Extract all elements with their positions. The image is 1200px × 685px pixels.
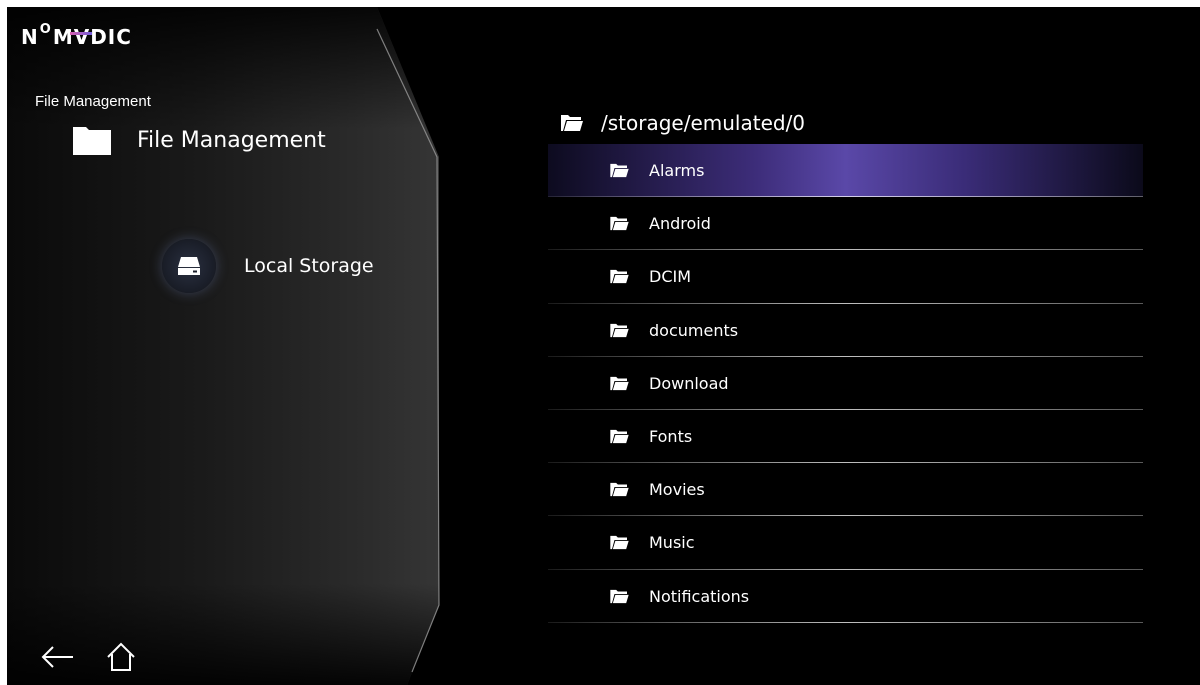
file-row[interactable]: Notifications bbox=[548, 570, 1143, 623]
file-name: Download bbox=[649, 373, 729, 393]
folder-icon bbox=[610, 429, 629, 444]
screen: N O M V DIC File Management File Managem… bbox=[7, 7, 1200, 685]
logo-accent-bar bbox=[69, 32, 92, 35]
path-header: /storage/emulated/0 bbox=[561, 111, 805, 135]
file-name: Movies bbox=[649, 480, 705, 500]
file-row[interactable]: Download bbox=[548, 357, 1143, 411]
back-button[interactable] bbox=[39, 639, 75, 675]
logo-letter: N bbox=[21, 25, 39, 49]
logo-letter: O bbox=[39, 22, 52, 37]
folder-icon bbox=[610, 589, 629, 603]
breadcrumb: File Management bbox=[35, 93, 151, 110]
file-row[interactable]: Alarms bbox=[548, 144, 1143, 198]
file-name: Fonts bbox=[649, 427, 693, 447]
folder-icon bbox=[610, 376, 629, 391]
folder-icon bbox=[610, 536, 629, 550]
logo-letter: DIC bbox=[90, 25, 132, 49]
file-name: Notifications bbox=[649, 586, 750, 606]
logo-letter-accent: V bbox=[69, 25, 92, 49]
folder-open-icon bbox=[561, 115, 583, 131]
section-title: File Management bbox=[137, 127, 326, 153]
bottom-navigation bbox=[39, 639, 167, 675]
file-row[interactable]: Fonts bbox=[548, 410, 1143, 464]
file-row[interactable]: Music bbox=[548, 516, 1143, 570]
folder-icon bbox=[610, 323, 629, 337]
back-arrow-icon bbox=[41, 646, 73, 668]
folder-icon bbox=[610, 270, 629, 284]
local-storage-item[interactable]: Local Storage bbox=[162, 239, 374, 293]
file-row[interactable]: documents bbox=[548, 304, 1143, 357]
file-name: documents bbox=[649, 320, 739, 340]
logo-letter: M bbox=[52, 25, 74, 49]
current-path: /storage/emulated/0 bbox=[601, 111, 806, 135]
folder-icon bbox=[610, 217, 629, 231]
file-name: Music bbox=[649, 533, 695, 553]
file-name: DCIM bbox=[649, 267, 692, 287]
folder-icon bbox=[610, 483, 629, 497]
file-name: Android bbox=[649, 214, 711, 234]
folder-icon bbox=[610, 163, 629, 178]
home-icon bbox=[107, 642, 135, 671]
section-header: File Management bbox=[73, 125, 326, 155]
file-name: Alarms bbox=[649, 161, 705, 181]
hard-drive-icon bbox=[162, 239, 216, 293]
local-storage-label: Local Storage bbox=[244, 255, 374, 277]
folder-icon bbox=[73, 127, 111, 155]
file-row[interactable]: DCIM bbox=[548, 250, 1143, 304]
home-button[interactable] bbox=[103, 639, 139, 675]
file-row[interactable]: Movies bbox=[548, 463, 1143, 517]
brand-logo: N O M V DIC bbox=[21, 22, 132, 49]
file-row[interactable]: Android bbox=[548, 197, 1143, 251]
file-list: Alarms Android DCIM documents Download F… bbox=[548, 144, 1143, 623]
